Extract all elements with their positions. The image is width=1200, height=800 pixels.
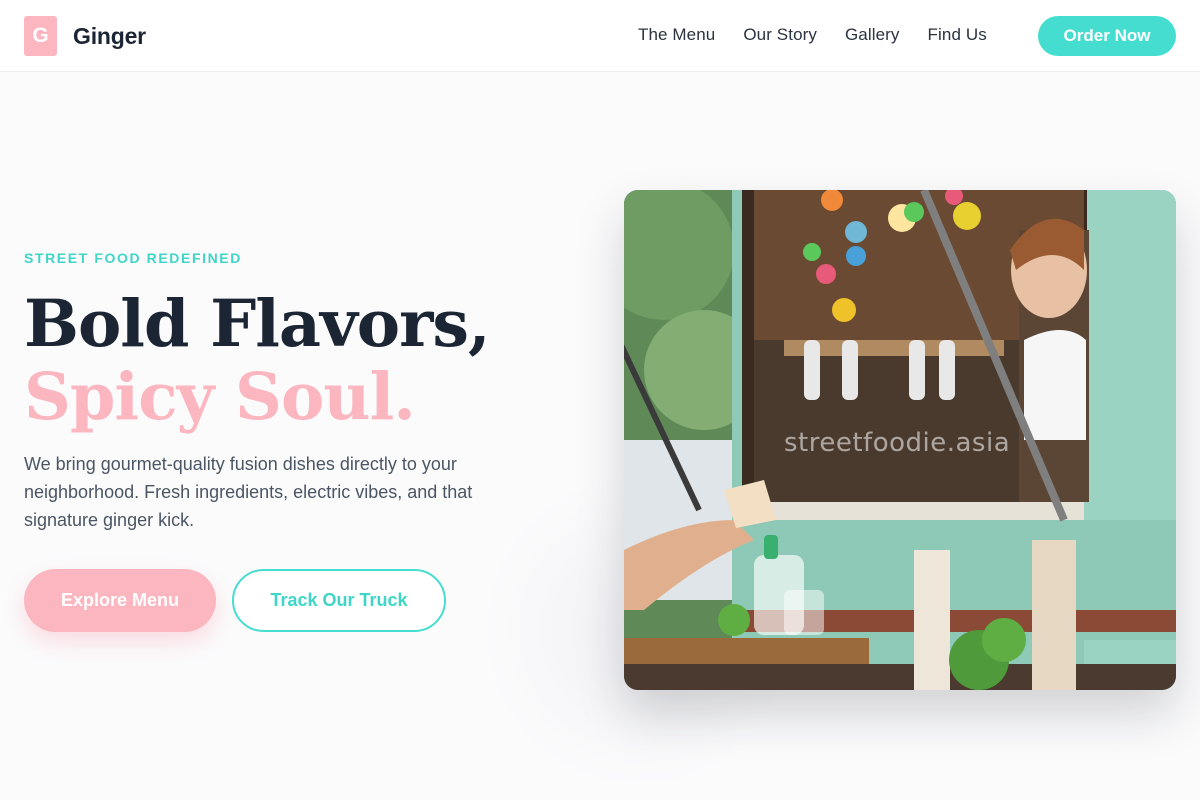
order-now-button[interactable]: Order Now <box>1038 16 1176 56</box>
brand-mark-icon: G <box>24 16 57 56</box>
top-navbar: G Ginger The Menu Our Story Gallery Find… <box>0 0 1200 72</box>
headline-line-2: Spicy Soul. <box>24 359 416 435</box>
hero-text: STREET FOOD REDEFINED Bold Flavors, Spic… <box>24 250 494 534</box>
headline-line-1: Bold Flavors, <box>24 286 491 362</box>
nav-link-our-story[interactable]: Our Story <box>743 25 817 45</box>
hero-headline: Bold Flavors, Spicy Soul. <box>24 288 494 434</box>
nav-link-find-us[interactable]: Find Us <box>928 25 987 45</box>
hero-eyebrow: STREET FOOD REDEFINED <box>24 250 242 266</box>
nav-link-gallery[interactable]: Gallery <box>845 25 900 45</box>
image-watermark: streetfoodie.asia <box>784 428 1011 458</box>
hero-lead-paragraph: We bring gourmet-quality fusion dishes d… <box>24 454 473 530</box>
brand-name: Ginger <box>73 22 146 49</box>
brand-logo[interactable]: G Ginger <box>24 16 146 56</box>
track-truck-button[interactable]: Track Our Truck <box>232 569 446 632</box>
nav-link-menu[interactable]: The Menu <box>638 25 715 45</box>
hero-actions: Explore Menu Track Our Truck <box>24 569 446 632</box>
hero-photo: streetfoodie.asia <box>624 190 1176 690</box>
explore-menu-button[interactable]: Explore Menu <box>24 569 216 632</box>
main-nav: The Menu Our Story Gallery Find Us <box>624 0 1001 72</box>
